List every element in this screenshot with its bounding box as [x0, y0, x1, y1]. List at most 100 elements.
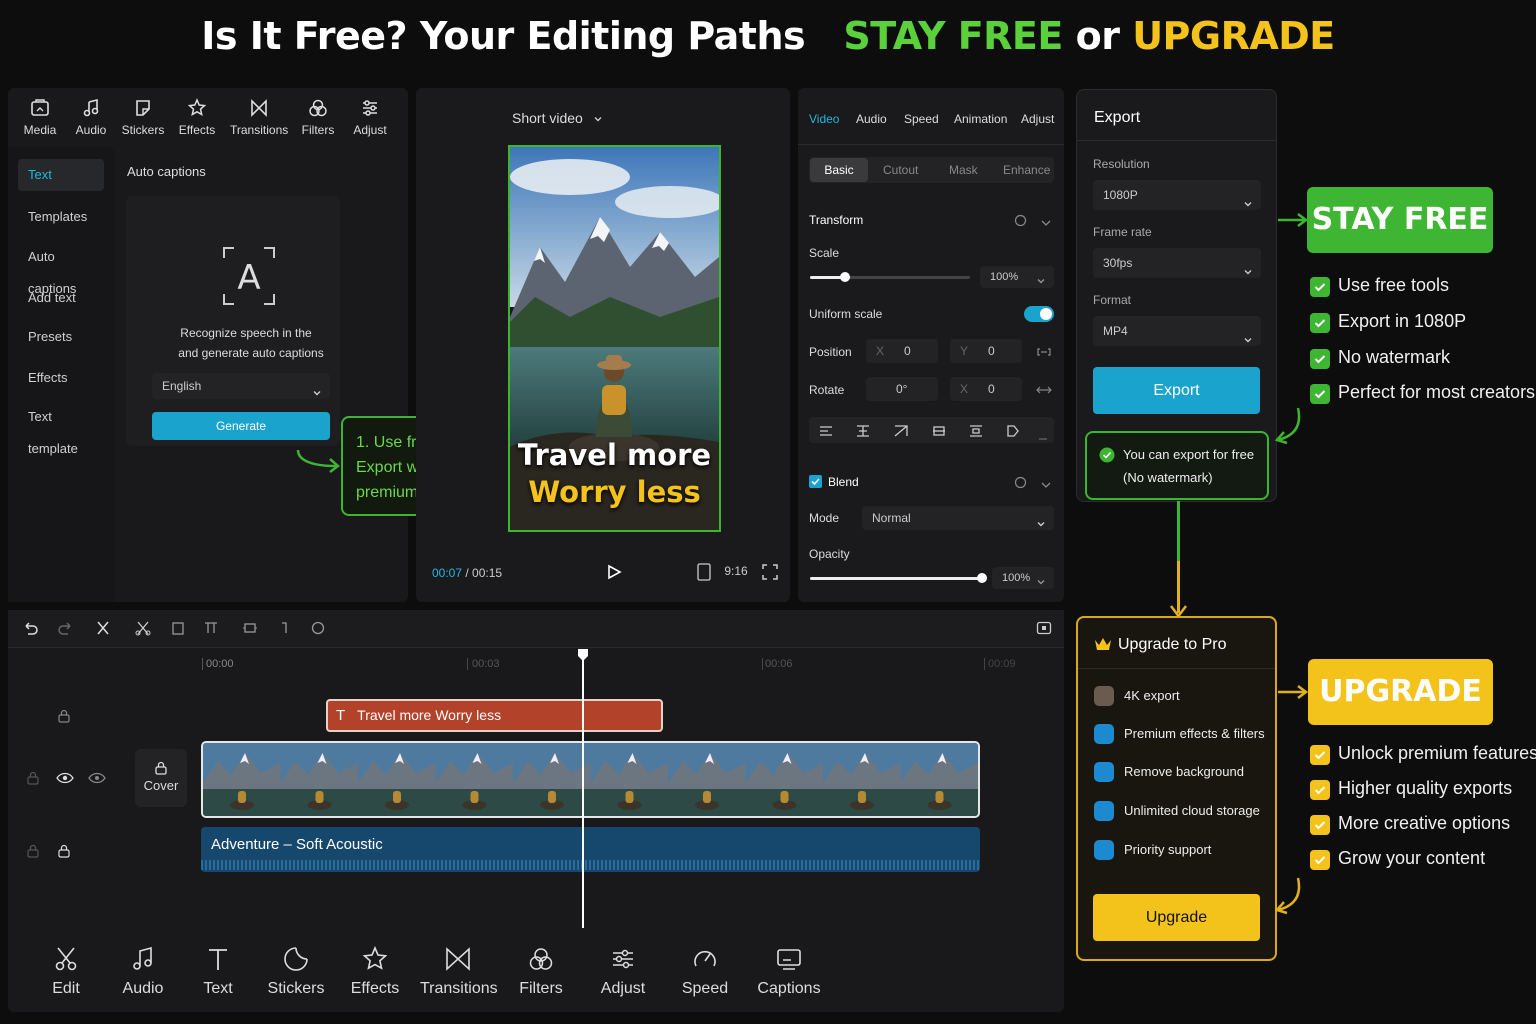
bottom-tool-effects[interactable]: Effects: [348, 946, 402, 998]
tab-video[interactable]: Video: [809, 112, 839, 126]
blend-reset-icon[interactable]: [1014, 476, 1027, 494]
bottom-tool-adjust[interactable]: Adjust: [598, 946, 648, 998]
upgrade-button-label: Upgrade: [1145, 909, 1208, 926]
position-y-input[interactable]: Y0: [950, 339, 1022, 363]
track-visibility-icon[interactable]: [56, 771, 74, 790]
tool-effects[interactable]: Effects: [171, 98, 223, 137]
fit-timeline-icon[interactable]: [1036, 620, 1052, 641]
generate-button[interactable]: Generate: [152, 412, 330, 440]
align-top-icon[interactable]: [932, 424, 946, 442]
scale-input[interactable]: 100%: [980, 266, 1054, 288]
opacity-input[interactable]: 100%: [992, 567, 1054, 589]
sidebar-item-text-template[interactable]: Text template: [18, 401, 104, 456]
split-icon[interactable]: [95, 620, 111, 641]
resolution-select[interactable]: 1080P: [1093, 180, 1261, 210]
tool-stickers[interactable]: Stickers: [117, 98, 169, 137]
opacity-slider[interactable]: [810, 573, 987, 583]
flip-icon[interactable]: [1036, 383, 1052, 401]
track-lock-icon[interactable]: [26, 844, 40, 863]
resolution-label: Resolution: [1093, 157, 1150, 171]
sidebar-item-effects[interactable]: Effects: [18, 362, 104, 394]
video-frame[interactable]: Travel more Worry less: [508, 145, 721, 532]
format-select[interactable]: MP4: [1093, 316, 1261, 346]
play-button[interactable]: [606, 564, 622, 585]
bottom-tool-filters[interactable]: Filters: [516, 946, 566, 998]
tool-filters[interactable]: Filters: [292, 98, 344, 137]
align-center-h-icon[interactable]: [856, 424, 870, 442]
tab-animation[interactable]: Animation: [954, 112, 1007, 126]
tool-media[interactable]: Media: [14, 98, 66, 137]
subtab-cutout[interactable]: Cutout: [883, 163, 918, 177]
chevron-down-icon: [1243, 326, 1253, 356]
pro-item-text: Unlimited cloud storage: [1124, 803, 1260, 818]
bottom-tool-speed[interactable]: Speed: [680, 946, 730, 998]
fullscreen-button[interactable]: [762, 564, 778, 585]
cover-button[interactable]: Cover: [135, 749, 187, 807]
sidebar-item-text[interactable]: Text: [18, 159, 104, 191]
headline-upgrade: UPGRADE: [1132, 14, 1335, 58]
rotate-icon[interactable]: [277, 620, 293, 641]
language-select[interactable]: English: [152, 373, 330, 399]
position-x-input[interactable]: X0: [866, 339, 938, 363]
playhead-handle-icon[interactable]: [577, 648, 589, 667]
blend-mode-select[interactable]: Normal: [862, 506, 1054, 530]
ratio-button[interactable]: 9:16: [697, 563, 748, 581]
subtab-basic[interactable]: Basic: [810, 158, 868, 182]
rotate-x-input[interactable]: X0: [950, 377, 1022, 401]
subtab-mask[interactable]: Mask: [949, 163, 978, 177]
bottom-tool-captions[interactable]: Captions: [756, 946, 822, 998]
undo-icon[interactable]: [22, 620, 38, 641]
bottom-tool-edit[interactable]: Edit: [44, 946, 88, 998]
auto-caption-icon: A: [222, 246, 276, 311]
sidebar-item-templates[interactable]: Templates: [18, 201, 104, 233]
sidebar-item-presets[interactable]: Presets: [18, 321, 104, 353]
reset-icon[interactable]: [1014, 214, 1027, 232]
track-lock-icon[interactable]: [26, 771, 40, 790]
track-lock-icon[interactable]: [57, 709, 71, 728]
align-bottom-icon[interactable]: [1006, 424, 1020, 442]
delete-icon[interactable]: [170, 620, 186, 641]
redo-icon[interactable]: [58, 620, 74, 641]
tab-speed[interactable]: Speed: [904, 112, 939, 126]
tool-audio[interactable]: Audio: [65, 98, 117, 137]
align-middle-icon[interactable]: [969, 424, 983, 442]
upgrade-button[interactable]: Upgrade: [1093, 894, 1260, 941]
framerate-select[interactable]: 30fps: [1093, 248, 1261, 278]
trim-icon[interactable]: [203, 620, 219, 641]
export-button[interactable]: Export: [1093, 367, 1260, 414]
aspect-mode-dropdown[interactable]: Short video: [512, 110, 603, 126]
stay-free-item: Perfect for most creators: [1310, 382, 1535, 405]
align-left-icon[interactable]: [819, 424, 833, 442]
freeze-icon[interactable]: [310, 620, 326, 641]
tick-label: 00:09: [988, 658, 1016, 670]
rotate-input[interactable]: 0°: [866, 377, 938, 401]
video-clip[interactable]: [201, 741, 980, 818]
more-align-icon[interactable]: [1038, 428, 1048, 446]
collapse-icon[interactable]: [1040, 215, 1052, 233]
playhead[interactable]: [582, 650, 584, 928]
cut-icon[interactable]: [135, 620, 151, 641]
text-clip[interactable]: T Travel more Worry less: [326, 699, 663, 732]
blend-collapse-icon[interactable]: [1040, 477, 1052, 495]
sidebar-item-add-text[interactable]: Add text: [18, 282, 104, 314]
bottom-tool-stickers[interactable]: Stickers: [266, 946, 326, 998]
track-visibility-icon[interactable]: [88, 771, 106, 790]
crop-icon[interactable]: [242, 620, 258, 641]
subtab-enhance[interactable]: Enhance: [1003, 163, 1050, 177]
tab-adjust[interactable]: Adjust: [1021, 112, 1054, 126]
sidebar-item-auto-captions[interactable]: Auto captions: [18, 241, 104, 296]
uniform-scale-toggle[interactable]: [1024, 306, 1054, 322]
bottom-tool-transitions[interactable]: Transitions: [420, 946, 498, 998]
link-icon[interactable]: [1036, 345, 1052, 363]
tab-audio[interactable]: Audio: [856, 112, 887, 126]
tool-transitions[interactable]: Transitions: [230, 98, 288, 137]
audio-clip[interactable]: Adventure – Soft Acoustic: [201, 827, 980, 872]
scale-slider[interactable]: [810, 272, 970, 282]
bottom-tool-audio[interactable]: Audio: [118, 946, 168, 998]
opacity-slider-knob[interactable]: [977, 573, 987, 583]
blend-checkbox[interactable]: [809, 475, 822, 488]
align-right-icon[interactable]: [894, 424, 908, 442]
track-lock-icon[interactable]: [57, 844, 71, 863]
bottom-tool-text[interactable]: Text: [198, 946, 238, 998]
tool-adjust[interactable]: Adjust: [344, 98, 396, 137]
